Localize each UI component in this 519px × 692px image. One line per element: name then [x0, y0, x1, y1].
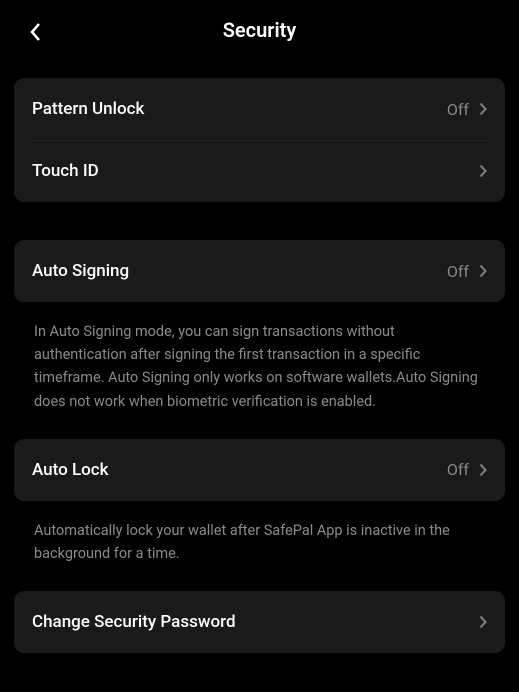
chevron-right-icon: [479, 102, 487, 116]
chevron-left-icon: [30, 22, 42, 42]
chevron-right-icon: [479, 463, 487, 477]
row-change-password[interactable]: Change Security Password: [14, 591, 505, 653]
back-button[interactable]: [24, 20, 48, 44]
security-group-autolock: Auto Lock Off: [14, 439, 505, 501]
row-auto-lock[interactable]: Auto Lock Off: [14, 439, 505, 501]
row-touch-id[interactable]: Touch ID: [14, 140, 505, 202]
row-auto-signing[interactable]: Auto Signing Off: [14, 240, 505, 302]
chevron-right-icon: [479, 615, 487, 629]
security-group-unlock: Pattern Unlock Off Touch ID: [14, 78, 505, 202]
row-pattern-unlock[interactable]: Pattern Unlock Off: [14, 78, 505, 140]
page-title: Security: [16, 18, 503, 42]
row-label: Auto Lock: [32, 460, 447, 480]
row-label: Pattern Unlock: [32, 99, 447, 119]
auto-lock-description: Automatically lock your wallet after Saf…: [14, 501, 505, 567]
row-label: Auto Signing: [32, 261, 447, 281]
row-label: Touch ID: [32, 161, 479, 181]
auto-signing-description: In Auto Signing mode, you can sign trans…: [14, 302, 505, 415]
row-value: Off: [447, 100, 469, 119]
security-group-autosigning: Auto Signing Off: [14, 240, 505, 302]
row-value: Off: [447, 460, 469, 479]
content: Pattern Unlock Off Touch ID Auto Signing…: [0, 64, 519, 653]
row-label: Change Security Password: [32, 612, 479, 632]
security-group-password: Change Security Password: [14, 591, 505, 653]
chevron-right-icon: [479, 264, 487, 278]
chevron-right-icon: [479, 164, 487, 178]
header: Security: [0, 0, 519, 64]
row-value: Off: [447, 262, 469, 281]
